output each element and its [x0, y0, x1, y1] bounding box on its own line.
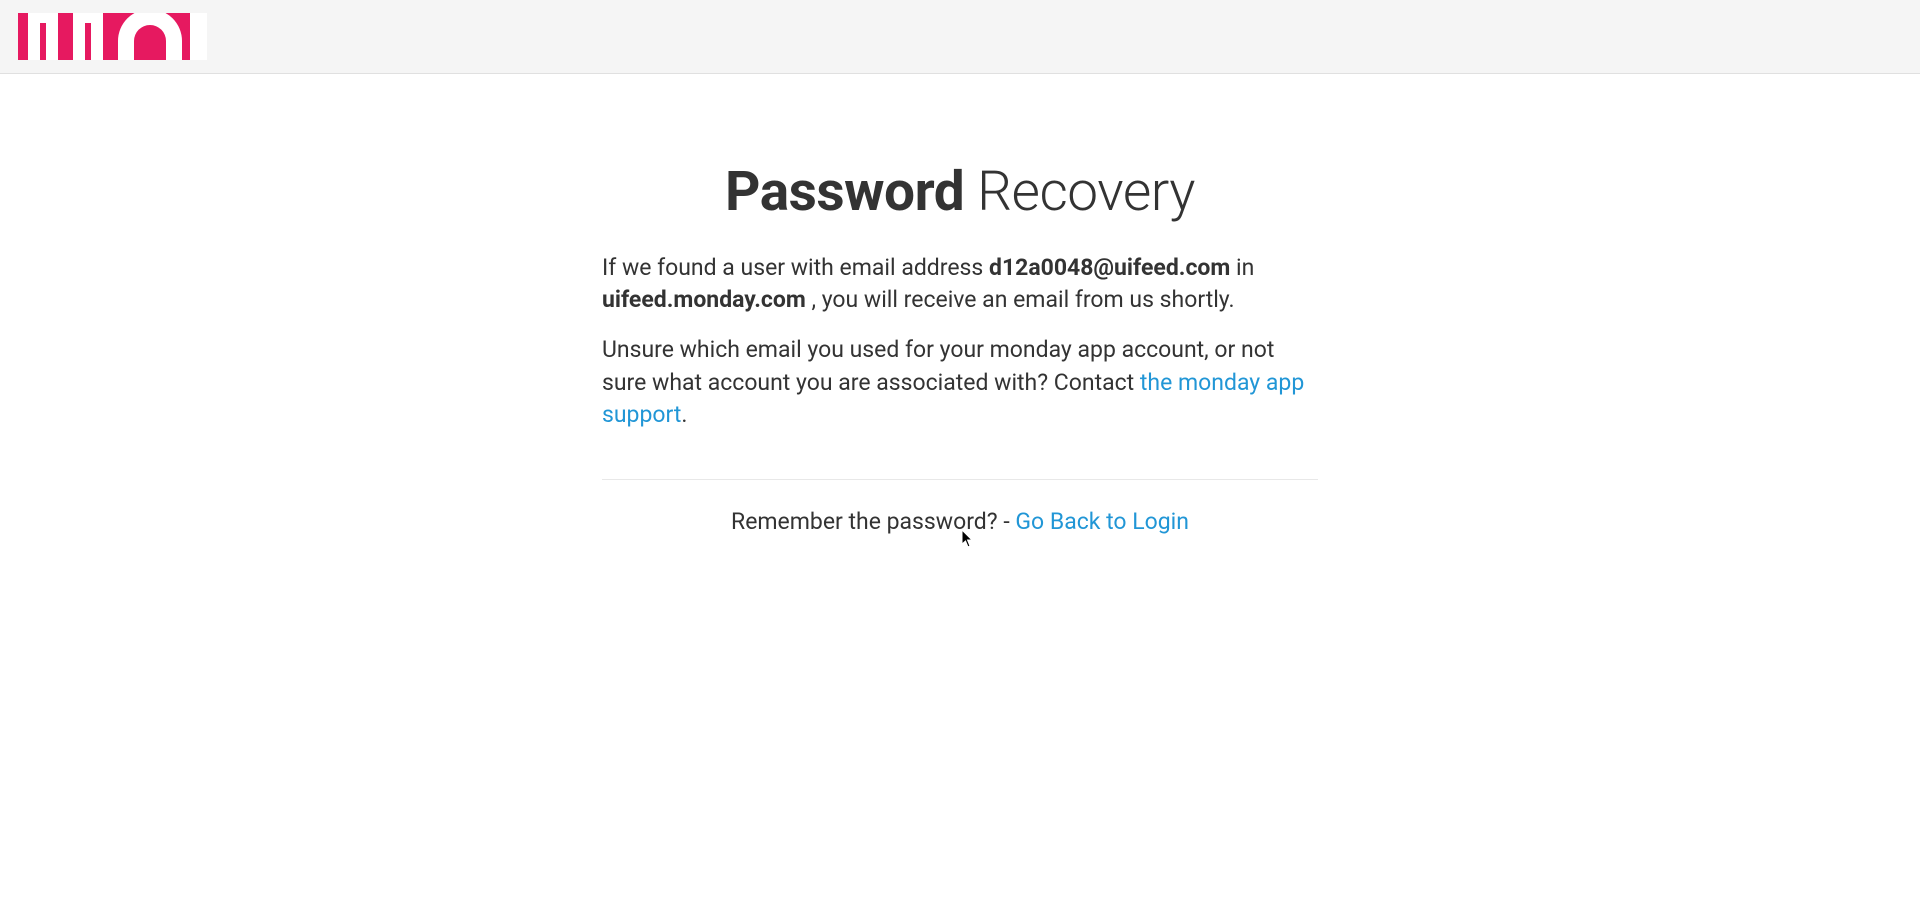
msg1-domain: uifeed.monday.com: [602, 286, 806, 313]
footer-line: Remember the password? - Go Back to Logi…: [602, 508, 1318, 535]
divider: [602, 479, 1318, 480]
page-title: Password Recovery: [602, 160, 1318, 224]
main-content: Password Recovery If we found a user wit…: [602, 74, 1318, 535]
support-message: Unsure which email you used for your mon…: [602, 334, 1318, 431]
back-to-login-link[interactable]: Go Back to Login: [1015, 508, 1189, 535]
monday-logo[interactable]: [18, 13, 207, 60]
header-bar: [0, 0, 1920, 74]
title-light: Recovery: [964, 160, 1195, 224]
msg1-part1: If we found a user with email address: [602, 254, 989, 281]
msg2-part2: .: [681, 401, 687, 428]
msg1-email: d12a0048@uifeed.com: [989, 254, 1230, 281]
confirmation-message: If we found a user with email address d1…: [602, 252, 1318, 316]
msg1-part2: in: [1230, 254, 1254, 281]
msg1-part3: , you will receive an email from us shor…: [806, 286, 1235, 313]
footer-text: Remember the password? -: [731, 508, 1015, 535]
title-bold: Password: [725, 160, 964, 224]
